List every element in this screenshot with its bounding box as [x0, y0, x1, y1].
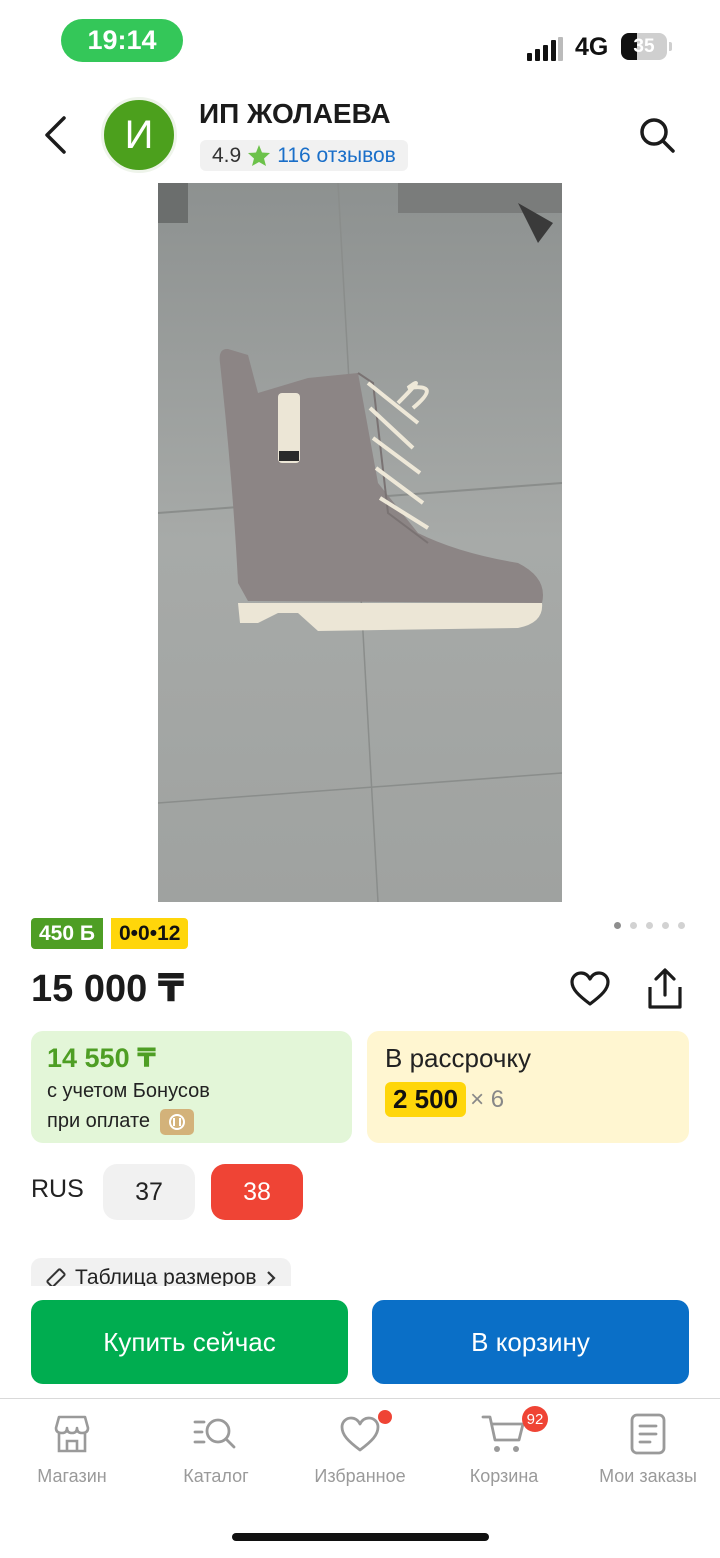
- nav-label-shop: Магазин: [37, 1466, 107, 1486]
- bonus-badge: 450 Б: [31, 918, 103, 949]
- add-to-cart-button[interactable]: В корзину: [372, 1300, 689, 1384]
- gallery-dot: [646, 922, 653, 929]
- battery-tip: [669, 42, 672, 51]
- nav-item-cart[interactable]: 92 Корзина: [432, 1406, 576, 1494]
- catalog-search-icon: [193, 1418, 236, 1449]
- back-button[interactable]: [30, 110, 80, 160]
- gallery-dot: [678, 922, 685, 929]
- nav-item-shop[interactable]: Магазин: [0, 1408, 144, 1494]
- installment-title: В рассрочку: [385, 1043, 532, 1073]
- size-table-clip: Таблица размеров: [31, 1258, 331, 1286]
- product-image[interactable]: [158, 183, 562, 902]
- nav-item-favorites[interactable]: Избранное: [288, 1408, 432, 1494]
- store-name[interactable]: ИП ЖОЛАЕВА: [199, 98, 391, 130]
- network-label: 4G: [575, 33, 609, 61]
- bonus-line-2: при оплате: [47, 1110, 151, 1132]
- size-option-37[interactable]: 37: [103, 1164, 195, 1220]
- chevron-right-icon: [266, 1271, 276, 1285]
- bonus-price-card[interactable]: 14 550 ₸ с учетом Бонусов при оплате: [31, 1031, 352, 1143]
- store-icon: [54, 1415, 90, 1453]
- cart-count-badge: 92: [522, 1406, 548, 1432]
- bonus-price: 14 550 ₸: [47, 1043, 156, 1073]
- nav-divider: [0, 1398, 720, 1399]
- cart-icon: [481, 1415, 525, 1452]
- heart-icon: [570, 971, 610, 1006]
- size-option-38[interactable]: 38: [211, 1164, 303, 1220]
- nav-label-orders: Мои заказы: [599, 1466, 697, 1486]
- search-button[interactable]: [632, 110, 682, 160]
- battery-icon: 35: [621, 33, 667, 60]
- status-time: 19:14: [61, 19, 183, 62]
- reviews-link[interactable]: 116 отзывов: [277, 144, 396, 168]
- search-icon: [640, 118, 675, 153]
- installment-badge: 0•0•12: [111, 918, 189, 949]
- star-icon: [248, 145, 271, 166]
- home-indicator: [232, 1533, 489, 1541]
- battery-percent: 35: [633, 35, 655, 57]
- store-rating[interactable]: 4.9 116 отзывов: [200, 140, 408, 171]
- installment-times: × 6: [470, 1085, 505, 1113]
- nav-label-favorites: Избранное: [314, 1466, 406, 1486]
- nav-item-catalog[interactable]: Каталог: [144, 1408, 288, 1494]
- ruler-icon: [46, 1268, 66, 1286]
- product-price: 15 000 ₸: [31, 968, 185, 1010]
- size-table-button[interactable]: Таблица размеров: [31, 1258, 291, 1286]
- installment-card[interactable]: В рассрочку 2 500 × 6: [367, 1031, 689, 1143]
- buy-now-button[interactable]: Купить сейчас: [31, 1300, 348, 1384]
- signal-icon: [527, 37, 563, 61]
- heart-outline-icon: [340, 1416, 380, 1452]
- chevron-left-icon: [45, 116, 66, 154]
- payment-icon: [159, 1108, 194, 1135]
- favorites-notification-dot: [378, 1410, 392, 1424]
- store-avatar[interactable]: И: [101, 97, 177, 173]
- installment-amount: 2 500: [385, 1082, 467, 1117]
- orders-list-icon: [630, 1413, 666, 1455]
- gallery-dot: [662, 922, 669, 929]
- gallery-dot: [630, 922, 637, 929]
- gallery-dot: [614, 922, 621, 929]
- installment-row: 2 500 × 6: [385, 1082, 671, 1117]
- bonus-line-1: с учетом Бонусов: [47, 1080, 210, 1102]
- nav-label-cart: Корзина: [469, 1466, 539, 1486]
- share-button[interactable]: [642, 964, 688, 1014]
- favorite-button[interactable]: [567, 966, 613, 1012]
- gallery-dots: [614, 922, 685, 929]
- nav-label-catalog: Каталог: [183, 1466, 249, 1486]
- size-system-label: RUS: [31, 1175, 84, 1203]
- rating-value: 4.9: [212, 143, 242, 167]
- share-icon: [648, 968, 682, 1009]
- bonus-line-2-row: при оплате: [47, 1108, 336, 1135]
- nav-item-orders[interactable]: Мои заказы: [576, 1408, 720, 1494]
- size-table-label: Таблица размеров: [75, 1266, 257, 1286]
